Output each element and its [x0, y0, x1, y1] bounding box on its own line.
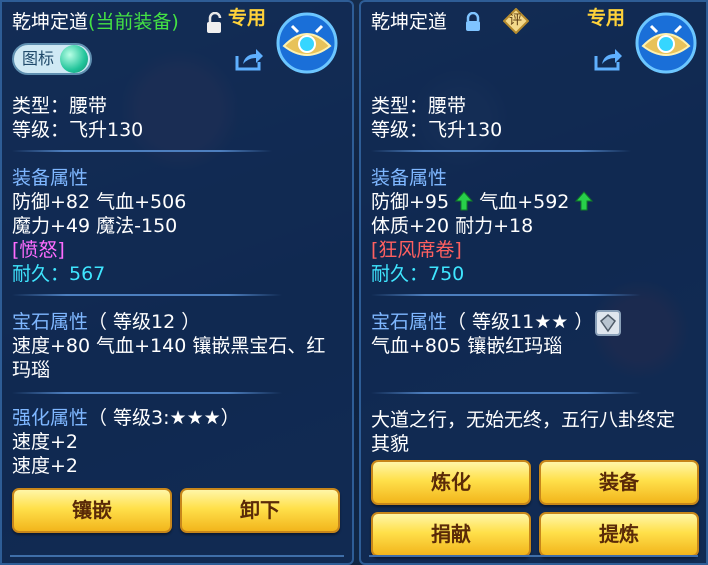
equip-attr-line: 魔力+49 魔法-150 [12, 215, 178, 237]
equip-attr-line: 体质+20 耐力+18 [371, 215, 534, 237]
gem-level: （ 等级11★★ ） [447, 311, 594, 333]
rate-badge-icon[interactable]: 评 [503, 8, 529, 34]
special-effect: [愤怒] [12, 239, 65, 261]
donate-button[interactable]: 捐献 [371, 512, 531, 557]
unequip-button[interactable]: 卸下 [180, 488, 340, 533]
enhance-level: （ 等级3:★★★） [88, 407, 240, 429]
icon-toggle[interactable]: 图标 [12, 43, 92, 75]
enhance-attr-line: 速度+2 [12, 455, 79, 477]
compare-item-panel: 乾坤定道 评 专用 类型：腰带 等级：飞升130 装备属性 防御+95 气血+5… [359, 0, 708, 565]
enhance-attr-line: 速度+2 [12, 431, 79, 453]
gem-attr-heading: 宝石属性（ 等级11★★ ） [371, 310, 593, 334]
item-title: 乾坤定道 [371, 11, 448, 33]
gem-attr-line: 速度+80 气血+140 镶嵌黑宝石、红 [12, 335, 326, 357]
gem-icon[interactable] [595, 310, 621, 336]
item-description: 其貌 [371, 433, 410, 455]
item-type: 类型：腰带 [371, 95, 467, 117]
item-type: 类型：腰带 [12, 95, 108, 117]
durability: 耐久：567 [12, 263, 106, 285]
item-name: 乾坤定道 [12, 11, 89, 33]
divider [371, 392, 641, 394]
divider [12, 150, 272, 152]
share-icon[interactable] [234, 46, 264, 72]
item-level: 等级：飞升130 [12, 119, 144, 141]
item-level: 等级：飞升130 [371, 119, 503, 141]
exclusive-tag: 专用 [228, 7, 267, 29]
gem-attr-line: 玛瑙 [12, 359, 51, 381]
inlay-button[interactable]: 镶嵌 [12, 488, 172, 533]
gem-level: （ 等级12 ） [88, 311, 201, 333]
item-title: 乾坤定道(当前装备) [12, 10, 179, 34]
hp-value: 气血+592 [479, 191, 570, 213]
toggle-knob [60, 45, 88, 73]
divider [371, 150, 631, 152]
icon-toggle-label: 图标 [22, 49, 55, 68]
special-effect: [狂风席卷] [371, 239, 462, 261]
equip-attr-line: 防御+82 气血+506 [12, 191, 187, 213]
equip-attr-heading: 装备属性 [371, 167, 448, 189]
increase-arrow-icon [575, 191, 594, 211]
unlock-icon[interactable] [206, 12, 224, 34]
durability: 耐久：750 [371, 263, 465, 285]
share-icon[interactable] [593, 46, 623, 72]
equip-button[interactable]: 装备 [539, 460, 699, 505]
rate-badge-label: 评 [509, 13, 523, 28]
belt-item-icon [276, 12, 338, 74]
divider [12, 392, 282, 394]
gem-attr-heading: 宝石属性（ 等级12 ） [12, 310, 200, 334]
current-equipped-tag: (当前装备) [88, 11, 179, 33]
equip-attr-line: 防御+95 气血+592 [371, 190, 594, 214]
enhance-attr-title: 强化属性 [12, 407, 89, 429]
divider [371, 294, 641, 296]
gem-attr-title: 宝石属性 [371, 311, 448, 333]
defense-value: 防御+95 [371, 191, 450, 213]
gem-attr-line: 气血+805 镶嵌红玛瑙 [371, 335, 563, 357]
exclusive-tag: 专用 [587, 7, 626, 29]
increase-arrow-icon [455, 191, 474, 211]
item-description: 大道之行，无始无终，五行八卦终定 [371, 409, 676, 431]
refine-button[interactable]: 炼化 [371, 460, 531, 505]
equipped-item-panel: 乾坤定道(当前装备) 专用 图标 类型：腰带 等级：飞升130 装备属性 防御+… [0, 0, 354, 565]
belt-item-icon [635, 12, 697, 74]
equip-attr-heading: 装备属性 [12, 167, 89, 189]
divider [12, 294, 282, 296]
gem-attr-title: 宝石属性 [12, 311, 89, 333]
extract-button[interactable]: 提炼 [539, 512, 699, 557]
lock-icon[interactable] [465, 12, 481, 32]
enhance-attr-heading: 强化属性（ 等级3:★★★） [12, 406, 240, 430]
